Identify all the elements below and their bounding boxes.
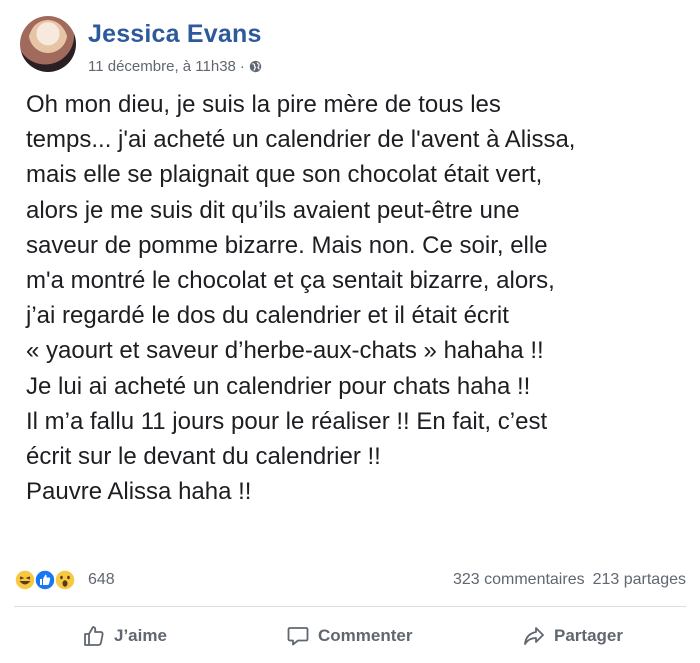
post-line: alors je me suis dit qu’ils avaient peut…: [26, 196, 520, 224]
meta-separator: ·: [239, 58, 245, 75]
reaction-count[interactable]: 648: [88, 571, 115, 589]
post-line: Je lui ai acheté un calendrier pour chat…: [26, 372, 531, 400]
post-line: mais elle se plaignait que son chocolat …: [26, 161, 543, 189]
globe-icon[interactable]: [249, 60, 262, 73]
post-line: Il m’a fallu 11 jours pour le réaliser !…: [26, 407, 548, 435]
avatar[interactable]: [20, 16, 76, 72]
reaction-icons[interactable]: [14, 569, 86, 591]
post-body: Oh mon dieu, je suis la pire mère de tou…: [26, 87, 686, 509]
post-header: Jessica Evans 11 décembre, à 11h38 ·: [20, 14, 680, 75]
post-date[interactable]: 11 décembre, à 11h38: [88, 58, 236, 75]
post-line: « yaourt et saveur d’herbe-aux-chats » h…: [26, 337, 544, 365]
like-label: J’aime: [114, 626, 167, 645]
comment-count[interactable]: 323 commentaires: [453, 571, 585, 588]
thumbs-up-icon: [84, 626, 104, 646]
like-button[interactable]: J’aime: [82, 623, 167, 649]
share-icon: [524, 627, 544, 645]
share-button[interactable]: Partager: [522, 623, 623, 649]
engagement-counts: 323 commentaires 213 partages: [453, 571, 686, 589]
post-line: j’ai regardé le dos du calendrier et il …: [26, 302, 509, 330]
post-line: temps... j'ai acheté un calendrier de l'…: [26, 126, 576, 154]
post-line: Oh mon dieu, je suis la pire mère de tou…: [26, 91, 501, 118]
wow-icon: [54, 569, 76, 591]
post-line: écrit sur le devant du calendrier !!: [26, 443, 381, 471]
comment-label: Commenter: [318, 626, 413, 645]
haha-icon: [14, 569, 36, 591]
post-line: m'a montré le chocolat et ça sentait biz…: [26, 267, 555, 295]
share-count[interactable]: 213 partages: [593, 571, 686, 588]
reactions-bar: 648 323 commentaires 213 partages: [14, 568, 686, 592]
post-line: saveur de pomme bizarre. Mais non. Ce so…: [26, 231, 548, 259]
comment-icon: [287, 627, 309, 646]
post-line: Pauvre Alissa haha !!: [26, 478, 252, 506]
like-icon: [34, 569, 56, 591]
share-label: Partager: [554, 626, 623, 645]
action-bar: J’aime Commenter Partager: [14, 607, 686, 663]
author-name[interactable]: Jessica Evans: [88, 20, 262, 49]
post-meta: 11 décembre, à 11h38 ·: [88, 58, 262, 75]
comment-button[interactable]: Commenter: [286, 623, 412, 649]
